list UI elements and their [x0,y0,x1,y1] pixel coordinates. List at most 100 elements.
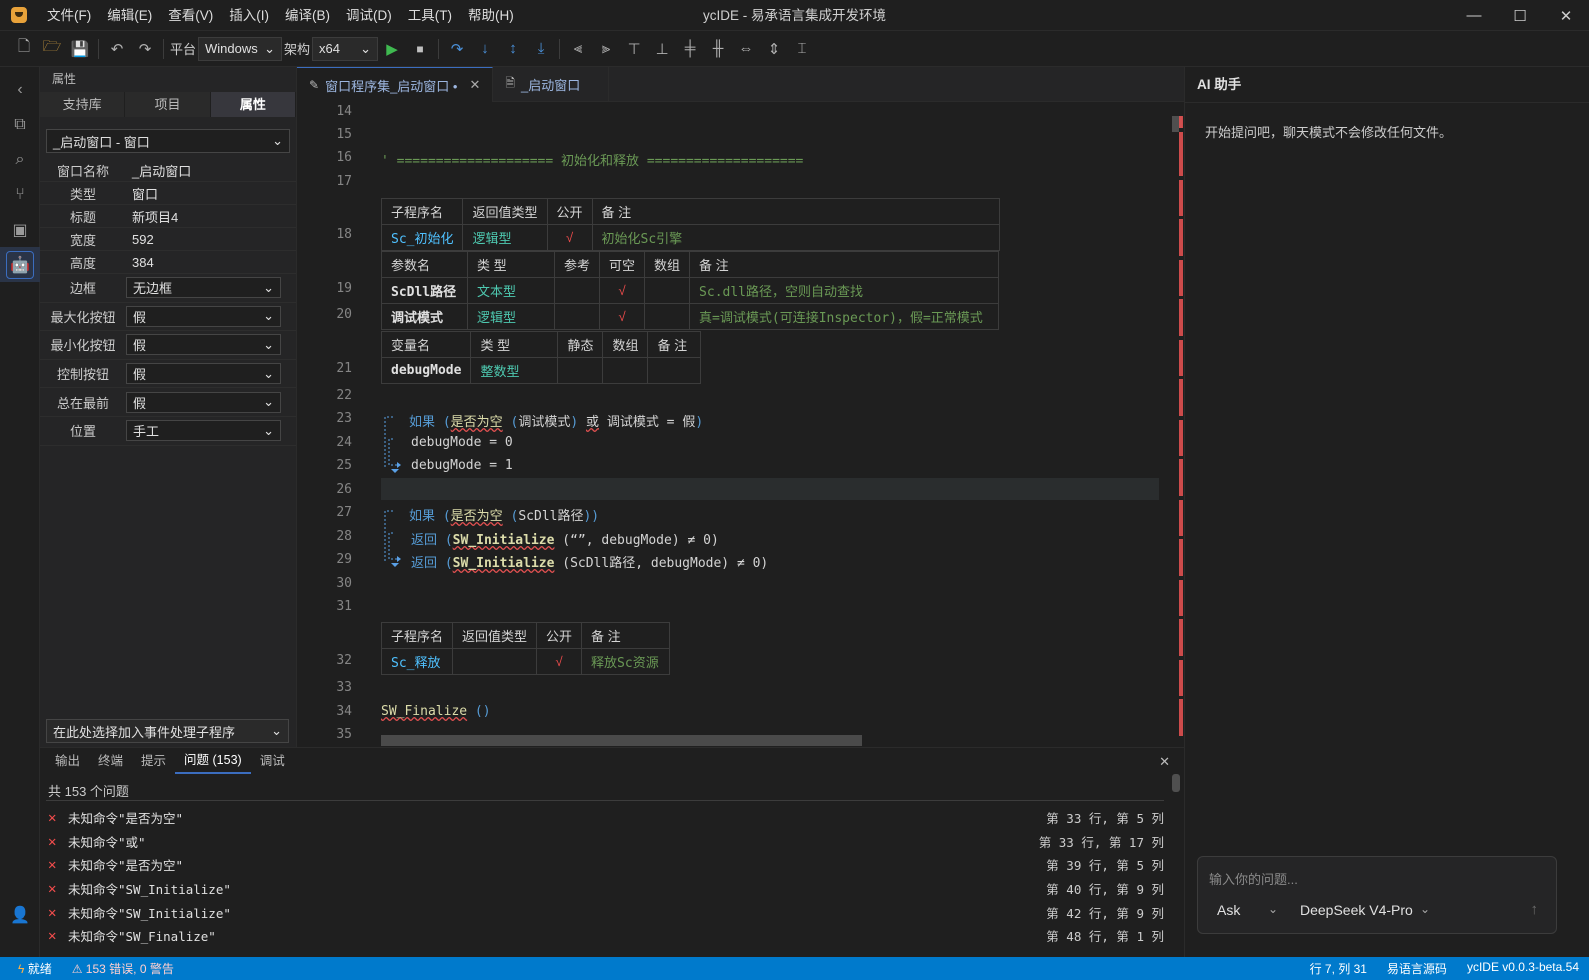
tab-output[interactable]: 输出 [46,748,89,774]
center-horizontal-icon[interactable]: ╪ [676,36,704,62]
table-cell[interactable]: 逻辑型 [462,224,548,251]
tab-startup-window[interactable]: 🗎 _启动窗口 [493,67,610,102]
problem-item[interactable]: ✕ 未知命令"SW_Finalize" 第 48 行, 第 1 列 [48,924,1164,947]
table-cell[interactable] [644,277,691,304]
ai-mode-select[interactable]: Ask [1217,902,1240,918]
undo-icon[interactable]: ↶ [103,36,131,62]
status-language[interactable]: 易语言源码 [1377,960,1457,977]
close-icon[interactable]: ✕ [469,77,480,93]
ai-assistant-icon[interactable]: 🤖 [0,247,40,282]
menu-help[interactable]: 帮助(H) [460,0,522,31]
close-icon[interactable]: ✕ [1159,754,1170,770]
tab-hints[interactable]: 提示 [132,748,175,774]
tab-properties[interactable]: 属性 [210,92,296,117]
code-line-return[interactable]: 返回 (SW_Initialize (“”, debugMode) ≠ 0) [411,529,719,548]
table-cell[interactable]: 调试模式 [381,303,468,330]
open-folder-icon[interactable]: 🗁 [38,36,66,62]
property-select[interactable]: 无边框 ⌄ [126,277,281,299]
table-cell[interactable] [553,303,601,330]
property-value[interactable]: 384 [126,255,296,270]
minimize-icon[interactable]: — [1451,0,1497,31]
table-cell[interactable]: ScDll路径 [381,277,468,304]
table-cell[interactable]: √ [599,303,646,330]
step-into-icon[interactable]: ↓ [471,36,499,62]
arch-select[interactable]: x64 ⌄ [312,36,379,61]
table-cell[interactable] [553,277,601,304]
menu-tools[interactable]: 工具(T) [400,0,460,31]
event-handler-select[interactable]: 在此处选择加入事件处理子程序 ⌄ [46,719,289,743]
close-icon[interactable]: ✕ [1543,0,1589,31]
distribute-icon[interactable]: ⌶ [788,36,816,62]
new-file-icon[interactable]: 🗋 [10,36,38,62]
tab-terminal[interactable]: 终端 [89,748,132,774]
problem-item[interactable]: ✕ 未知命令"是否为空" 第 39 行, 第 5 列 [48,853,1164,876]
table-cell[interactable]: Sc_释放 [380,648,454,675]
object-select[interactable]: _启动窗口 - 窗口 ⌄ [46,129,290,153]
account-icon[interactable]: 👤 [0,897,40,932]
tab-project[interactable]: 项目 [125,92,211,117]
table-cell[interactable]: 初始化Sc引擎 [591,224,1000,251]
table-cell[interactable]: Sc.dll路径，空则自动查找 [689,277,1000,304]
platform-select[interactable]: Windows ⌄ [198,36,283,61]
table-cell[interactable]: 逻辑型 [467,303,555,330]
table-cell[interactable]: debugMode [380,357,472,384]
maximize-icon[interactable]: ☐ [1497,0,1543,31]
code-line-return[interactable]: 返回 (SW_Initialize (ScDll路径, debugMode) ≠… [411,552,768,571]
code-editor[interactable]: 14 15 16 17 18 19 20 21 22 23 24 25 26 2… [297,102,1184,747]
problem-item[interactable]: ✕ 未知命令"SW_Initialize" 第 42 行, 第 9 列 [48,901,1164,924]
source-control-icon[interactable]: ⑂ [0,177,40,212]
stop-icon[interactable]: ■ [406,36,434,62]
run-icon[interactable]: ▶ [378,36,406,62]
same-width-icon[interactable]: ⇔ [732,36,760,62]
table-cell[interactable] [452,648,538,675]
property-select[interactable]: 假 ⌄ [126,363,281,385]
menu-debug[interactable]: 调试(D) [338,0,400,31]
property-select[interactable]: 假 ⌄ [126,305,281,327]
send-arrow-icon[interactable]: ↑ [1531,901,1539,918]
ai-question-input[interactable]: 输入你的问题... [1209,869,1298,888]
table-cell[interactable] [644,303,691,330]
property-value[interactable]: 新项目4 [126,207,296,226]
tab-window-assembly[interactable]: ✎ 窗口程序集_启动窗口 • ✕ [297,67,494,102]
property-select[interactable]: 手工 ⌄ [126,420,281,442]
property-select[interactable]: 假 ⌄ [126,334,281,356]
problems-scrollbar[interactable] [1172,774,1180,792]
code-line-if[interactable]: 如果 (是否为空 (ScDll路径)) [409,505,599,524]
align-top-icon[interactable]: ⊤ [620,36,648,62]
code-line[interactable]: debugMode = 0 [411,435,513,450]
property-value[interactable]: _启动窗口 [126,161,296,180]
step-out-icon[interactable]: ↕ [499,36,527,62]
center-vertical-icon[interactable]: ╫ [704,36,732,62]
table-cell[interactable] [557,357,604,384]
table-cell[interactable]: 文本型 [467,277,555,304]
menu-build[interactable]: 编译(B) [277,0,338,31]
code-line-call[interactable]: SW_Finalize () [381,704,491,719]
save-icon[interactable]: 💾 [66,36,94,62]
table-cell[interactable]: Sc_初始化 [380,224,464,251]
table-cell[interactable]: √ [536,648,583,675]
table-cell[interactable]: √ [599,277,646,304]
align-right-icon[interactable]: ⫸ [592,36,620,62]
menu-edit[interactable]: 编辑(E) [99,0,160,31]
menu-insert[interactable]: 插入(I) [221,0,277,31]
problem-item[interactable]: ✕ 未知命令"SW_Initialize" 第 40 行, 第 9 列 [48,877,1164,900]
ai-model-select[interactable]: DeepSeek V4-Pro [1300,902,1413,918]
menu-view[interactable]: 查看(V) [160,0,221,31]
table-cell[interactable]: 释放Sc资源 [581,648,671,675]
status-cursor-position[interactable]: 行 7, 列 31 [1300,960,1377,977]
redo-icon[interactable]: ↷ [131,36,159,62]
table-cell[interactable] [647,357,702,384]
problem-item[interactable]: ✕ 未知命令"是否为空" 第 33 行, 第 5 列 [48,806,1164,829]
menu-file[interactable]: 文件(F) [39,0,99,31]
property-select[interactable]: 假 ⌄ [126,391,281,413]
code-line-if[interactable]: 如果 (是否为空 (调试模式) 或 调试模式 = 假) [409,411,703,430]
table-cell[interactable]: 真=调试模式(可连接Inspector)，假=正常模式 [689,303,1000,330]
align-left-icon[interactable]: ⫷ [564,36,592,62]
code-line[interactable]: debugMode = 1 [411,458,513,473]
property-value[interactable]: 592 [126,232,296,247]
problem-item[interactable]: ✕ 未知命令"或" 第 33 行, 第 17 列 [48,830,1164,853]
align-bottom-icon[interactable]: ⊥ [648,36,676,62]
tab-debug[interactable]: 调试 [251,748,294,774]
table-cell[interactable]: 整数型 [470,357,559,384]
horizontal-scrollbar[interactable] [381,735,862,746]
